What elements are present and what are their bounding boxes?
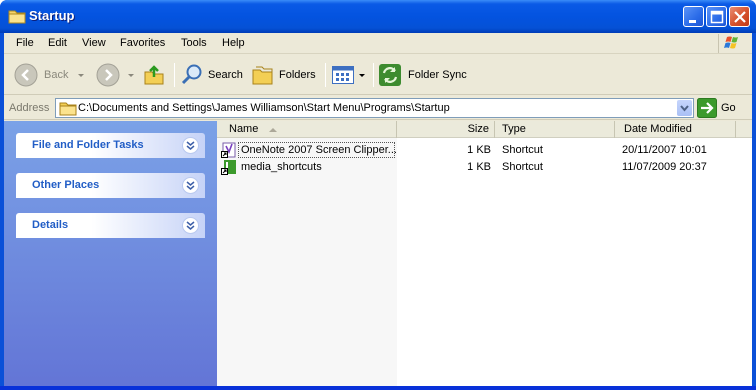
address-bar: Address C:\Documents and Settings\James … (4, 96, 752, 120)
go-button[interactable]: Go (697, 98, 736, 118)
forward-arrow-icon (96, 63, 120, 87)
minimize-button[interactable] (683, 6, 704, 27)
menu-favorites[interactable]: Favorites (120, 37, 165, 49)
go-label: Go (721, 102, 736, 114)
file-name: OneNote 2007 Screen Clipper... (241, 144, 397, 156)
menu-bar: File Edit View Favorites Tools Help (4, 33, 752, 54)
toolbar-separator (325, 63, 326, 87)
address-dropdown-button[interactable] (677, 100, 692, 116)
views-button[interactable] (331, 55, 367, 95)
column-header-name[interactable]: Name (217, 121, 397, 138)
up-folder-button[interactable] (143, 55, 165, 95)
column-label: Date Modified (624, 123, 692, 135)
expand-chevron-icon[interactable] (182, 177, 199, 194)
chevron-down-icon (680, 105, 689, 112)
menu-tools[interactable]: Tools (181, 37, 207, 49)
task-group-details[interactable]: Details (16, 213, 205, 238)
close-button[interactable] (729, 6, 750, 27)
toolbar-separator (174, 63, 175, 87)
task-group-title: Other Places (32, 179, 100, 191)
forward-dropdown-icon[interactable] (126, 70, 136, 80)
file-type: Shortcut (502, 161, 543, 173)
maximize-button[interactable] (706, 6, 727, 27)
folder-sync-icon (379, 64, 401, 86)
window-border (0, 386, 756, 390)
menu-edit[interactable]: Edit (48, 37, 67, 49)
views-dropdown-icon[interactable] (357, 70, 367, 80)
task-group-other-places[interactable]: Other Places (16, 173, 205, 198)
folder-sync-button[interactable]: Folder Sync (378, 55, 467, 95)
task-group-title: Details (32, 219, 69, 231)
column-header-date[interactable]: Date Modified (615, 121, 736, 138)
search-label: Search (208, 69, 243, 81)
file-name: media_shortcuts (241, 161, 322, 173)
onenote-shortcut-icon (221, 142, 236, 158)
folders-label: Folders (279, 69, 316, 81)
file-size: 1 KB (467, 161, 491, 173)
forward-button[interactable] (96, 55, 136, 95)
explorer-window: Startup File Edit View Favorites Tools H… (0, 0, 756, 390)
back-arrow-icon (14, 63, 38, 87)
list-header: Name Size Type Date Modified (217, 121, 752, 138)
toolbar-separator (373, 63, 374, 87)
menu-help[interactable]: Help (222, 37, 245, 49)
menu-file[interactable]: File (16, 37, 34, 49)
column-label: Size (467, 123, 489, 135)
up-folder-icon (144, 65, 164, 85)
folder-sync-label: Folder Sync (408, 69, 467, 81)
window-title: Startup (29, 8, 75, 23)
folders-button[interactable]: Folders (251, 55, 316, 95)
back-button[interactable]: Back (14, 55, 86, 95)
task-pane: File and Folder Tasks Other Places Detai… (4, 121, 217, 386)
windows-logo-icon (718, 34, 746, 53)
column-header-size[interactable]: Size (397, 121, 495, 138)
menu-view[interactable]: View (82, 37, 106, 49)
title-bar[interactable]: Startup (0, 0, 756, 33)
views-icon (332, 66, 354, 84)
go-arrow-icon (697, 98, 717, 118)
folder-icon (59, 102, 77, 116)
address-input[interactable]: C:\Documents and Settings\James Williams… (55, 98, 694, 118)
file-date: 11/07/2009 20:37 (622, 161, 707, 173)
file-size: 1 KB (467, 144, 491, 156)
search-icon (181, 64, 202, 85)
column-label: Name (229, 123, 259, 135)
search-button[interactable]: Search (180, 55, 243, 95)
expand-chevron-icon[interactable] (182, 137, 199, 154)
expand-chevron-icon[interactable] (182, 217, 199, 234)
file-date: 20/11/2007 10:01 (622, 144, 707, 156)
main-area: File and Folder Tasks Other Places Detai… (4, 121, 752, 386)
back-label: Back (44, 69, 69, 81)
column-label: Type (502, 123, 526, 135)
file-row[interactable]: OneNote 2007 Screen Clipper... 1 KB Shor… (217, 142, 752, 159)
toolbar: Back Search Folders Folder Sync (4, 55, 752, 95)
sort-ascending-icon (269, 128, 277, 132)
media-shortcut-icon (221, 160, 236, 175)
file-type: Shortcut (502, 144, 543, 156)
task-group-file-folder[interactable]: File and Folder Tasks (16, 133, 205, 158)
client-area: File Edit View Favorites Tools Help Back… (4, 33, 752, 386)
column-header-type[interactable]: Type (495, 121, 615, 138)
address-label: Address (9, 102, 50, 114)
back-dropdown-icon[interactable] (76, 70, 86, 80)
file-row[interactable]: media_shortcuts 1 KB Shortcut 11/07/2009… (217, 159, 752, 176)
folders-icon (252, 66, 273, 85)
task-group-title: File and Folder Tasks (32, 139, 144, 151)
file-list[interactable]: Name Size Type Date Modified OneNote 200… (217, 121, 752, 386)
folder-icon (8, 8, 26, 24)
address-path: C:\Documents and Settings\James Williams… (78, 102, 450, 114)
